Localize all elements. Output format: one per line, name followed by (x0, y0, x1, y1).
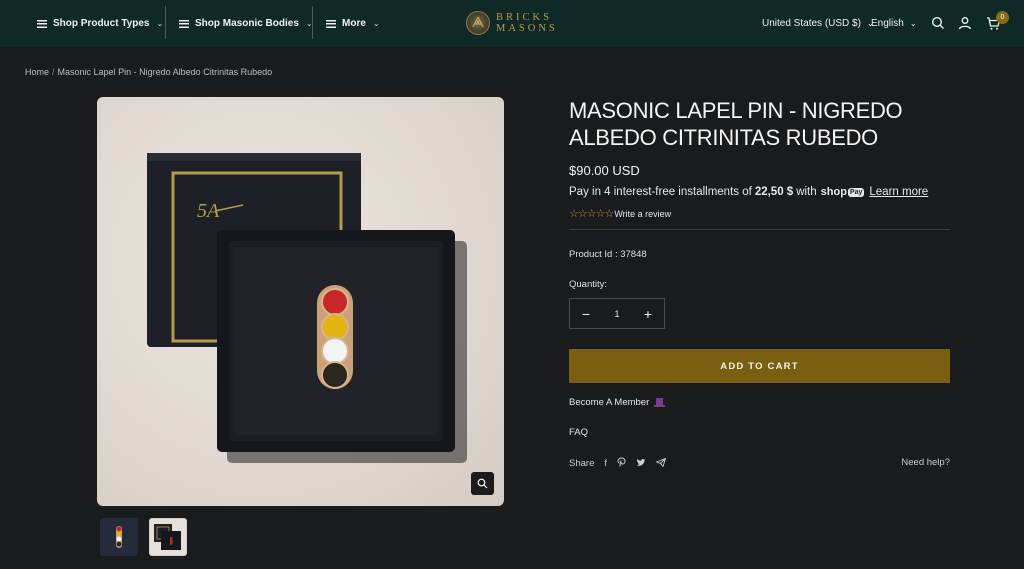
site-header: Shop Product Types ⌄ Shop Masonic Bodies… (0, 0, 1024, 47)
currency-label: United States (USD $) (762, 18, 861, 29)
breadcrumb: Home / Masonic Lapel Pin - Nigredo Albedo … (25, 67, 272, 77)
email-send-icon[interactable] (655, 457, 667, 469)
menu-lines-icon (37, 19, 47, 28)
facebook-icon[interactable]: f (604, 458, 607, 468)
shop-pay-text: shop (820, 186, 847, 198)
product-price: $90.00 USD (569, 163, 640, 178)
installments-info: Pay in 4 interest-free installments of 2… (569, 186, 928, 198)
product-main-image[interactable]: 5A (97, 97, 504, 506)
zoom-icon (477, 478, 488, 489)
logo-text-line1: BRICKS (496, 12, 552, 23)
nav-divider (312, 6, 313, 39)
chevron-down-icon: ⌄ (372, 19, 380, 28)
menu-lines-icon (326, 19, 336, 28)
nav-label: Shop Masonic Bodies (195, 18, 299, 29)
need-help-link[interactable]: Need help? (901, 457, 950, 468)
nav-label: Shop Product Types (53, 18, 150, 29)
share-row: Share f (569, 457, 667, 469)
nav-shop-masonic-bodies[interactable]: Shop Masonic Bodies ⌄ (179, 0, 313, 47)
shop-pay-badge: Pay (847, 187, 865, 197)
product-thumbnail[interactable] (149, 518, 187, 556)
search-icon[interactable] (929, 14, 947, 32)
square-compass-icon (466, 11, 490, 35)
share-label: Share (569, 457, 595, 469)
lapel-pin-photo: 5A (147, 153, 467, 463)
add-to-cart-button[interactable]: ADD TO CART (569, 349, 950, 383)
quantity-label: Quantity: (569, 279, 608, 290)
rating-stars: ☆☆☆☆☆ (569, 208, 614, 220)
thumbnail-pin-image (116, 526, 122, 548)
thumbnail-box-image (154, 524, 181, 550)
currency-selector[interactable]: United States (USD $) ⌄ (762, 0, 874, 47)
write-review-link[interactable]: Write a review (614, 209, 671, 219)
cart-count-badge: 0 (996, 11, 1009, 24)
product-id: Product Id : 37848 (569, 249, 647, 260)
product-thumbnail[interactable] (100, 518, 138, 556)
language-selector[interactable]: English ⌄ (871, 0, 917, 47)
installments-suffix: with (796, 186, 817, 198)
nav-label: More (342, 18, 366, 29)
language-label: English (871, 18, 904, 29)
nav-shop-product-types[interactable]: Shop Product Types ⌄ (37, 0, 163, 47)
twitter-icon[interactable] (636, 458, 646, 469)
quantity-stepper: − 1 + (569, 298, 665, 329)
become-member-label: Become A Member (569, 397, 650, 408)
chevron-down-icon: ⌄ (909, 19, 917, 28)
breadcrumb-home[interactable]: Home (25, 67, 49, 77)
top-hat-icon (654, 397, 666, 408)
breadcrumb-separator: / (52, 67, 55, 77)
site-logo[interactable]: BRICKS MASONS (466, 9, 558, 37)
decrease-quantity-button[interactable]: − (580, 306, 592, 322)
account-icon[interactable] (956, 14, 974, 32)
pinterest-icon[interactable] (617, 457, 626, 469)
increase-quantity-button[interactable]: + (642, 306, 654, 322)
logo-text-line2: MASONS (496, 23, 558, 34)
divider (569, 229, 950, 230)
installment-amount: 22,50 $ (754, 186, 794, 198)
breadcrumb-current: Masonic Lapel Pin - Nigredo Albedo Citri… (57, 67, 273, 77)
become-member-link[interactable]: Become A Member (569, 397, 666, 408)
installments-prefix: Pay in 4 interest-free installments of (569, 186, 752, 198)
product-title: MASONIC LAPEL PIN - NIGREDO ALBEDO CITRI… (569, 98, 903, 150)
logo-text: BRICKS MASONS (496, 12, 558, 34)
quantity-value[interactable]: 1 (614, 309, 619, 319)
learn-more-link[interactable]: Learn more (869, 186, 928, 198)
nav-more[interactable]: More ⌄ (326, 0, 380, 47)
faq-link[interactable]: FAQ (569, 427, 588, 438)
product-rating: ☆☆☆☆☆ Write a review (569, 207, 671, 220)
nav-divider (165, 6, 166, 39)
zoom-button[interactable] (471, 472, 494, 495)
menu-lines-icon (179, 19, 189, 28)
chevron-down-icon: ⌄ (156, 19, 164, 28)
shop-pay-logo: shop Pay (821, 186, 865, 198)
